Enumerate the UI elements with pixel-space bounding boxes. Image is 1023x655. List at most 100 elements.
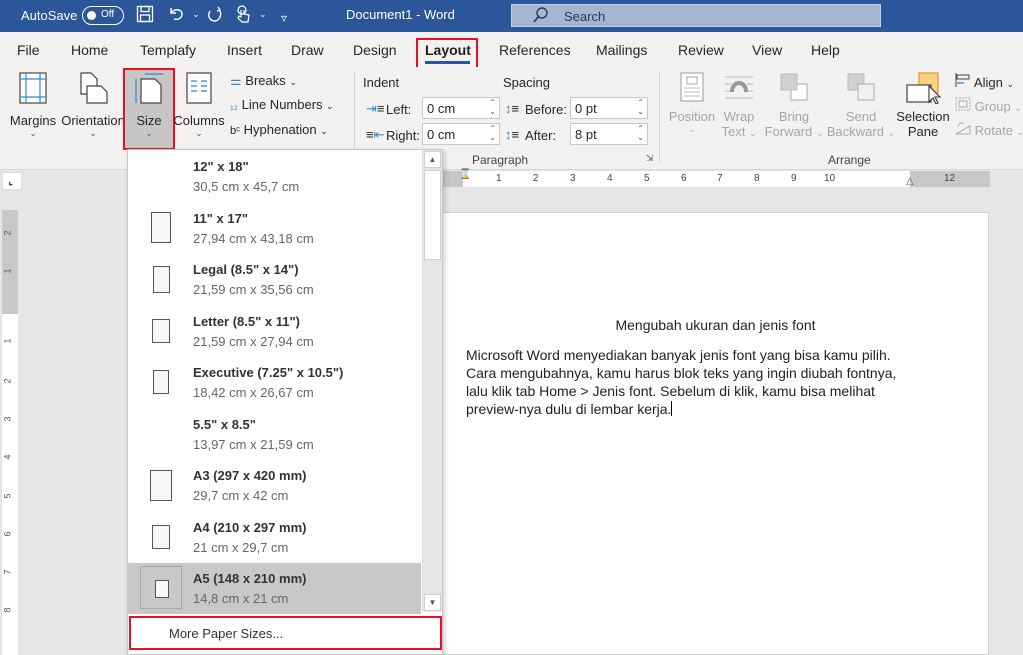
page-icon	[153, 370, 169, 394]
spinner-arrows-icon[interactable]: ⌃ ⌄	[489, 98, 496, 116]
spinner-arrows-icon[interactable]: ⌃ ⌄	[489, 124, 496, 142]
paper-size-name: 11" x 17"	[193, 210, 248, 226]
indent-right-value: 0 cm	[427, 127, 456, 142]
paper-size-name: 5.5" x 8.5"	[193, 416, 256, 432]
tab-help[interactable]: Help	[811, 42, 840, 58]
paper-size-option[interactable]: A4 (210 x 297 mm) 21 cm x 29,7 cm	[128, 512, 421, 563]
undo-dropdown-icon[interactable]: ⌄	[192, 9, 200, 20]
customize-quick-access-icon[interactable]: ▿	[281, 8, 287, 28]
paper-size-dimensions: 21 cm x 29,7 cm	[193, 539, 289, 555]
paper-thumbnail	[140, 257, 182, 300]
tab-design[interactable]: Design	[353, 42, 397, 58]
chevron-down-icon: ⌄	[326, 101, 334, 111]
document-paragraph[interactable]: Microsoft Word menyediakan banyak jenis …	[466, 346, 916, 418]
chevron-down-icon: ⌄	[1016, 127, 1023, 137]
chevron-down-icon: ⌄	[320, 126, 328, 136]
scroll-up-icon[interactable]: ▲	[424, 151, 441, 168]
chevron-down-icon: ⌄	[29, 128, 37, 138]
group-icon	[955, 97, 971, 114]
paper-thumbnail	[140, 360, 182, 403]
scroll-down-icon[interactable]: ▼	[424, 594, 441, 611]
page-icon	[150, 469, 172, 501]
page-icon	[152, 524, 170, 549]
columns-button[interactable]: Columns ⌄	[172, 72, 226, 139]
position-button[interactable]: Position ⌄	[666, 72, 718, 135]
paper-size-option[interactable]: Executive (7.25" x 10.5") 18,42 cm x 26,6…	[128, 357, 421, 408]
tab-view[interactable]: View	[752, 42, 782, 58]
orientation-button[interactable]: Orientation ⌄	[60, 72, 126, 139]
search-box[interactable]: Search	[511, 4, 881, 27]
touch-dropdown-icon[interactable]: ⌄	[259, 9, 267, 20]
tab-templafy[interactable]: Templafy	[140, 42, 196, 58]
paper-size-dimensions: 30,5 cm x 45,7 cm	[193, 179, 300, 194]
first-line-indent-marker-icon[interactable]: ⌛	[459, 169, 471, 180]
spacing-before-input[interactable]: 0 pt ⌃ ⌄	[570, 97, 648, 119]
tab-selector[interactable]: ⌞	[2, 172, 22, 190]
bring-forward-label-2: Forward ⌄	[764, 124, 824, 139]
vertical-ruler-margin	[2, 210, 18, 314]
wrap-text-label-1: Wrap	[723, 109, 755, 124]
tab-home[interactable]: Home	[71, 42, 108, 58]
breaks-button[interactable]: ⚌ Breaks ⌄	[230, 73, 297, 89]
tab-file[interactable]: File	[17, 42, 40, 58]
paper-size-option[interactable]: 11" x 17" 27,94 cm x 43,18 cm	[128, 203, 421, 254]
selection-pane-button[interactable]: Selection Pane	[894, 72, 952, 139]
line-numbers-button[interactable]: ₁₂ Line Numbers ⌄	[230, 97, 334, 112]
ruler-number: 8	[2, 607, 13, 613]
touch-mode-icon[interactable]	[236, 5, 252, 28]
tab-mailings[interactable]: Mailings	[596, 42, 647, 58]
align-button[interactable]: Align ⌄	[955, 73, 1014, 90]
vertical-ruler[interactable]: 2 1 1 2 3 4 5 6 7 8	[2, 210, 18, 655]
margins-button[interactable]: Margins ⌄	[6, 72, 60, 139]
ruler-number: 3	[570, 173, 576, 184]
columns-icon	[185, 72, 213, 107]
tab-insert[interactable]: Insert	[227, 42, 262, 58]
paper-size-name: Executive (7.25" x 10.5")	[193, 365, 344, 380]
spacing-after-value: 8 pt	[575, 127, 597, 142]
scrollbar-thumb[interactable]	[424, 170, 441, 260]
paper-size-option[interactable]: 12" x 18" 30,5 cm x 45,7 cm	[128, 151, 421, 202]
dropdown-scrollbar[interactable]: ▲ ▼	[422, 150, 442, 612]
document-page[interactable]: Mengubah ukuran dan jenis font Microsoft…	[442, 212, 989, 655]
tab-draw[interactable]: Draw	[291, 42, 324, 58]
paper-size-option[interactable]: Letter (8.5" x 11") 21,59 cm x 27,94 cm	[128, 306, 421, 357]
hyphenation-icon: bᶜ	[230, 125, 241, 137]
chevron-down-icon: ⌄	[1006, 79, 1014, 89]
spacing-after-input[interactable]: 8 pt ⌃ ⌄	[570, 123, 648, 145]
page-icon	[151, 212, 171, 243]
bring-forward-button[interactable]: Bring Forward ⌄	[762, 72, 826, 139]
paper-size-option[interactable]: A5 (148 x 210 mm) 14,8 cm x 21 cm	[128, 563, 421, 614]
ruler-number: 7	[717, 173, 723, 184]
paper-size-option[interactable]: A3 (297 x 420 mm) 29,7 cm x 42 cm	[128, 460, 421, 511]
spacing-before-label: Before:	[525, 102, 567, 117]
dialog-launcher-icon[interactable]: ⇲	[646, 153, 654, 164]
spinner-arrows-icon[interactable]: ⌃ ⌄	[637, 98, 644, 116]
position-icon	[678, 72, 706, 105]
indent-right-input[interactable]: 0 cm ⌃ ⌄	[422, 123, 500, 145]
indent-left-input[interactable]: 0 cm ⌃ ⌄	[422, 97, 500, 119]
ruler-number: 7	[2, 569, 13, 575]
paper-size-name: A5 (148 x 210 mm)	[193, 571, 307, 586]
spinner-arrows-icon[interactable]: ⌃ ⌄	[637, 124, 644, 142]
spacing-before-icon: ↕≡	[505, 101, 520, 116]
paper-thumbnail	[140, 463, 182, 506]
tab-review[interactable]: Review	[678, 42, 724, 58]
autosave-toggle[interactable]: Off	[82, 6, 124, 25]
horizontal-ruler[interactable]: 1 2 3 4 5 6 7 8 9 10 12 ⌛ △	[440, 169, 990, 187]
tab-references[interactable]: References	[499, 42, 571, 58]
save-icon[interactable]	[136, 5, 154, 28]
paper-size-option[interactable]: 5.5" x 8.5" 13,97 cm x 21,59 cm	[128, 409, 421, 460]
group-button[interactable]: Group ⌄	[955, 97, 1022, 114]
rotate-button[interactable]: Rotate ⌄	[954, 121, 1023, 138]
undo-icon[interactable]	[168, 5, 186, 28]
ruler-number: 2	[2, 230, 13, 236]
paper-size-option[interactable]: Legal (8.5" x 14") 21,59 cm x 35,56 cm	[128, 254, 421, 305]
hyphenation-button[interactable]: bᶜ Hyphenation ⌄	[230, 122, 328, 137]
more-paper-sizes-button[interactable]: More Paper Sizes...	[129, 616, 442, 650]
redo-icon[interactable]	[206, 5, 224, 28]
wrap-text-button[interactable]: Wrap Text ⌄	[718, 72, 760, 139]
send-backward-button[interactable]: Send Backward ⌄	[826, 72, 896, 139]
document-title: Document1 - Word	[346, 7, 455, 22]
page-icon	[152, 265, 170, 293]
right-indent-marker-icon[interactable]: △	[906, 176, 914, 187]
